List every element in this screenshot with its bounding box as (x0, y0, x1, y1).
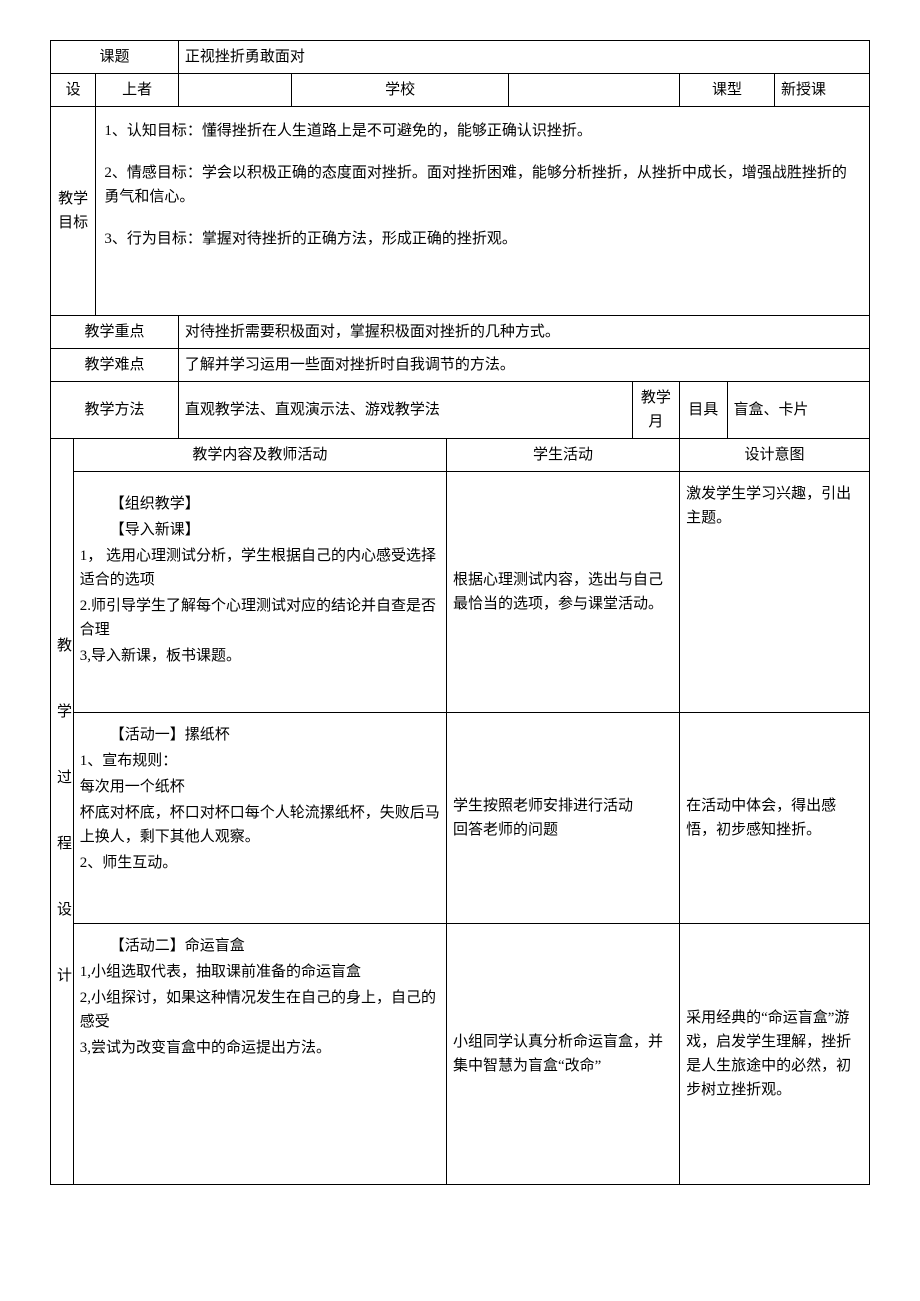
designer-label-2: 上者 (96, 74, 179, 107)
t1-p2: 【导入新课】 (80, 518, 440, 542)
lesson-plan-document: 课题 正视挫折勇敢面对 设 上者 学校 课型 新授课 教学目标 1、认知目标：懂… (50, 40, 870, 1185)
teacher-activity-1: 【组织教学】 【导入新课】 1， 选用心理测试分析，学生根据自己的内心感受选择适… (73, 472, 446, 713)
design-intent-1: 激发学生学习兴趣，引出主题。 (680, 472, 870, 713)
goals-content: 1、认知目标：懂得挫折在人生道路上是不可避免的，能够正确认识挫折。 2、情感目标… (96, 107, 870, 316)
t1-p4: 2.师引导学生了解每个心理测试对应的结论并自查是否合理 (80, 594, 440, 642)
key-point-value: 对待挫折需要积极面对，掌握积极面对挫折的几种方式。 (178, 316, 869, 349)
school-value (508, 74, 679, 107)
difficulty-label: 教学难点 (51, 349, 179, 382)
t2-p4: 杯底对杯底，杯口对杯口每个人轮流摞纸杯，失败后马上换人，剩下其他人观察。 (80, 801, 440, 849)
lesson-plan-table: 课题 正视挫折勇敢面对 设 上者 学校 课型 新授课 教学目标 1、认知目标：懂… (50, 40, 870, 1185)
col-intent-header: 设计意图 (680, 439, 870, 472)
t3-p2: 1,小组选取代表，抽取课前准备的命运盲盒 (80, 960, 440, 984)
school-label: 学校 (292, 74, 509, 107)
difficulty-value: 了解并学习运用一些面对挫折时自我调节的方法。 (178, 349, 869, 382)
col-teacher-header: 教学内容及教师活动 (73, 439, 446, 472)
goal-2: 2、情感目标：学会以积极正确的态度面对挫折。面对挫折困难，能够分析挫折，从挫折中… (104, 161, 861, 209)
student-activity-2: 学生按照老师安排进行活动 回答老师的问题 (447, 713, 680, 924)
t2-p5: 2、师生互动。 (80, 851, 440, 875)
t1-p5: 3,导入新课，板书课题。 (80, 644, 440, 668)
topic-label: 课题 (51, 41, 179, 74)
student-activity-3: 小组同学认真分析命运盲盒，并集中智慧为盲盒“改命” (447, 924, 680, 1185)
student-activity-1: 根据心理测试内容，选出与自己最恰当的选项，参与课堂活动。 (447, 472, 680, 713)
class-type-value: 新授课 (774, 74, 869, 107)
method-value: 直观教学法、直观演示法、游戏教学法 (178, 382, 632, 439)
method-label: 教学方法 (51, 382, 179, 439)
t1-p1: 【组织教学】 (80, 492, 440, 516)
process-vertical-label: 教学过程 设计 (51, 439, 74, 1185)
t3-p4: 3,尝试为改变盲盒中的命运提出方法。 (80, 1036, 440, 1060)
t2-p3: 每次用一个纸杯 (80, 775, 440, 799)
goal-1: 1、认知目标：懂得挫折在人生道路上是不可避免的，能够正确认识挫折。 (104, 119, 861, 143)
class-type-label: 课型 (680, 74, 775, 107)
t2-p1: 【活动一】摞纸杯 (80, 723, 440, 747)
t2-p2: 1、宣布规则： (80, 749, 440, 773)
designer-value (178, 74, 291, 107)
t3-p1: 【活动二】命运盲盒 (80, 934, 440, 958)
t3-p3: 2,小组探讨，如果这种情况发生在自己的身上，自己的感受 (80, 986, 440, 1034)
goal-3: 3、行为目标：掌握对待挫折的正确方法，形成正确的挫折观。 (104, 227, 861, 251)
tool-value: 盲盒、卡片 (727, 382, 869, 439)
design-intent-2: 在活动中体会，得出感悟，初步感知挫折。 (680, 713, 870, 924)
teacher-activity-2: 【活动一】摞纸杯 1、宣布规则： 每次用一个纸杯 杯底对杯底，杯口对杯口每个人轮… (73, 713, 446, 924)
key-point-label: 教学重点 (51, 316, 179, 349)
col-student-header: 学生活动 (447, 439, 680, 472)
teacher-activity-3: 【活动二】命运盲盒 1,小组选取代表，抽取课前准备的命运盲盒 2,小组探讨，如果… (73, 924, 446, 1185)
designer-label-1: 设 (51, 74, 96, 107)
goals-label: 教学目标 (51, 107, 96, 316)
topic-value: 正视挫折勇敢面对 (178, 41, 869, 74)
design-intent-3: 采用经典的“命运盲盒”游戏，启发学生理解，挫折是人生旅途中的必然，初步树立挫折观… (680, 924, 870, 1185)
tool-label-1: 教学月 (632, 382, 679, 439)
t1-p3: 1， 选用心理测试分析，学生根据自己的内心感受选择适合的选项 (80, 544, 440, 592)
tool-label-2: 目具 (680, 382, 727, 439)
